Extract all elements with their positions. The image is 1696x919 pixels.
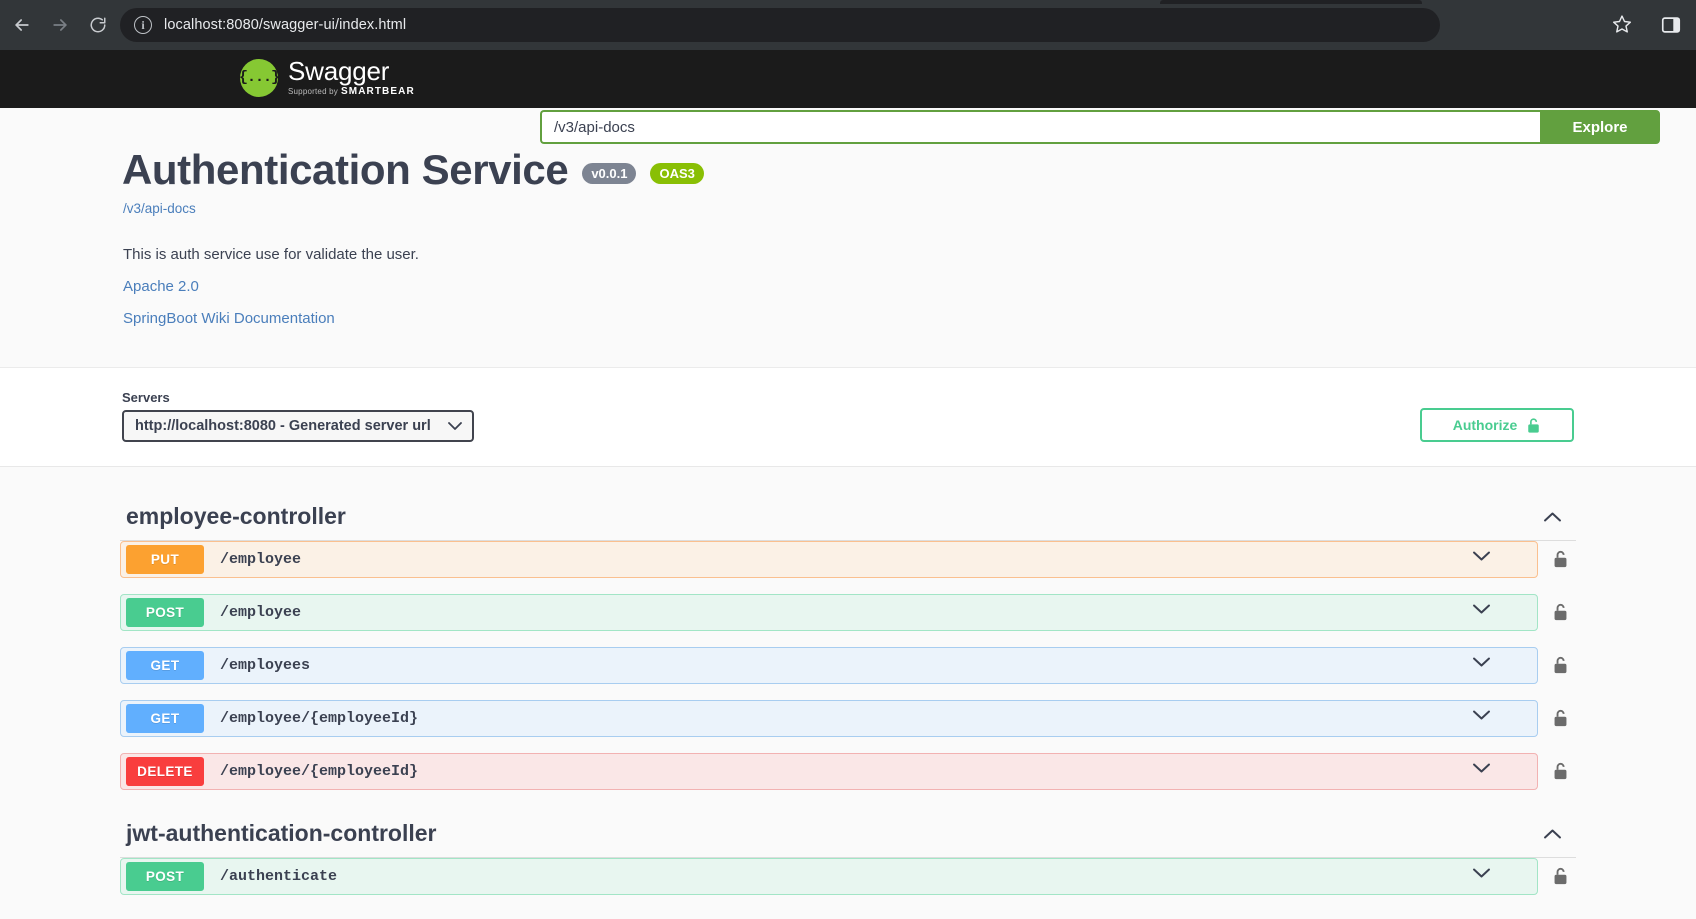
supported-by-text: Supported by <box>288 87 338 96</box>
address-bar[interactable]: i localhost:8080/swagger-ui/index.html <box>120 8 1440 42</box>
operation-get-/employee/{employeeId}[interactable]: GET /employee/{employeeId} <box>120 700 1538 737</box>
operation-delete-/employee/{employeeId}[interactable]: DELETE /employee/{employeeId} <box>120 753 1538 790</box>
server-select[interactable]: http://localhost:8080 - Generated server… <box>122 410 474 442</box>
star-icon <box>1612 14 1632 34</box>
tag-name: jwt-authentication-controller <box>126 820 437 847</box>
chevron-down-icon[interactable] <box>1472 867 1491 879</box>
operation-method-badge: GET <box>126 651 204 680</box>
unlock-icon[interactable] <box>1552 602 1569 622</box>
reload-button[interactable] <box>84 11 112 39</box>
smartbear-credit: Supported by SMARTBEAR <box>288 86 415 97</box>
browser-tab[interactable] <box>1160 0 1422 4</box>
operation-post-/authenticate[interactable]: POST /authenticate <box>120 858 1538 895</box>
unlock-icon <box>1526 417 1541 434</box>
forward-button[interactable] <box>46 11 74 39</box>
api-info-block: Authentication Service v0.0.1 OAS3 /v3/a… <box>0 108 1696 368</box>
swagger-braces-icon: {...} <box>240 59 278 97</box>
operation-method-badge: POST <box>126 862 204 891</box>
swagger-logo[interactable]: {...} Swagger Supported by SMARTBEAR <box>240 58 415 97</box>
external-docs-link[interactable]: SpringBoot Wiki Documentation <box>123 310 1576 327</box>
chevron-down-icon[interactable] <box>1472 550 1491 562</box>
license-link[interactable]: Apache 2.0 <box>123 278 1576 295</box>
api-title-row: Authentication Service v0.0.1 OAS3 <box>122 146 1576 194</box>
version-badge: v0.0.1 <box>582 163 636 184</box>
tag-name: employee-controller <box>126 503 346 530</box>
tag-section-employee-controller: employee-controller PUT /employee POST /… <box>120 489 1576 790</box>
unlock-icon[interactable] <box>1552 549 1569 569</box>
side-panel-button[interactable] <box>1660 14 1682 36</box>
side-panel-icon <box>1660 14 1682 36</box>
chevron-up-icon[interactable] <box>1543 828 1562 840</box>
unlock-icon[interactable] <box>1552 761 1569 781</box>
operation-post-/employee[interactable]: POST /employee <box>120 594 1538 631</box>
swagger-wordmark: Swagger Supported by SMARTBEAR <box>288 58 415 97</box>
authorize-label: Authorize <box>1453 417 1518 433</box>
chevron-up-icon[interactable] <box>1543 511 1562 523</box>
servers-label: Servers <box>122 390 474 405</box>
bookmark-star-icon[interactable] <box>1612 14 1634 36</box>
back-button[interactable] <box>8 11 36 39</box>
tag-section-jwt-authentication-controller: jwt-authentication-controller POST /auth… <box>120 806 1576 895</box>
chevron-down-icon[interactable] <box>1472 603 1491 615</box>
smartbear-text: SMARTBEAR <box>341 86 415 97</box>
operation-put-/employee[interactable]: PUT /employee <box>120 541 1538 578</box>
swagger-topbar: {...} Swagger Supported by SMARTBEAR Exp… <box>0 50 1696 108</box>
tag-header-jwt-authentication-controller[interactable]: jwt-authentication-controller <box>120 806 1576 858</box>
arrow-right-icon <box>50 15 70 35</box>
api-description: This is auth service use for validate th… <box>123 246 1576 263</box>
operation-method-badge: GET <box>126 704 204 733</box>
operation-path: /employee <box>220 551 301 568</box>
unlock-icon[interactable] <box>1552 866 1569 886</box>
operations-area: employee-controller PUT /employee POST /… <box>0 467 1696 895</box>
operation-method-badge: PUT <box>126 545 204 574</box>
operation-get-/employees[interactable]: GET /employees <box>120 647 1538 684</box>
operation-path: /employee/{employeeId} <box>220 763 418 780</box>
explore-button[interactable]: Explore <box>1540 110 1660 144</box>
unlock-icon[interactable] <box>1552 708 1569 728</box>
oas-badge: OAS3 <box>650 163 703 184</box>
tab-strip <box>0 0 1696 4</box>
operation-path: /employee/{employeeId} <box>220 710 418 727</box>
swagger-logo-title: Swagger <box>288 58 415 84</box>
tag-operations: POST /authenticate <box>120 858 1576 895</box>
reload-icon <box>89 16 107 34</box>
chevron-down-icon[interactable] <box>1472 762 1491 774</box>
operation-method-badge: DELETE <box>126 757 204 786</box>
operation-method-badge: POST <box>126 598 204 627</box>
page-title: Authentication Service <box>122 146 568 194</box>
operation-path: /employee <box>220 604 301 621</box>
chevron-down-icon[interactable] <box>1472 656 1491 668</box>
url-text: localhost:8080/swagger-ui/index.html <box>164 17 406 33</box>
api-url-input[interactable] <box>540 110 1540 144</box>
operation-path: /authenticate <box>220 868 337 885</box>
unlock-icon[interactable] <box>1552 655 1569 675</box>
api-docs-link[interactable]: /v3/api-docs <box>123 201 196 216</box>
arrow-left-icon <box>12 15 32 35</box>
server-selector: Servers http://localhost:8080 - Generate… <box>122 390 474 442</box>
info-circle-icon[interactable]: i <box>134 16 152 34</box>
authorize-button[interactable]: Authorize <box>1420 408 1574 442</box>
tag-header-employee-controller[interactable]: employee-controller <box>120 489 1576 541</box>
servers-block: Servers http://localhost:8080 - Generate… <box>0 368 1696 467</box>
tag-operations: PUT /employee POST /employee <box>120 541 1576 790</box>
browser-chrome: i localhost:8080/swagger-ui/index.html <box>0 0 1696 50</box>
chevron-down-icon[interactable] <box>1472 709 1491 721</box>
operation-path: /employees <box>220 657 310 674</box>
